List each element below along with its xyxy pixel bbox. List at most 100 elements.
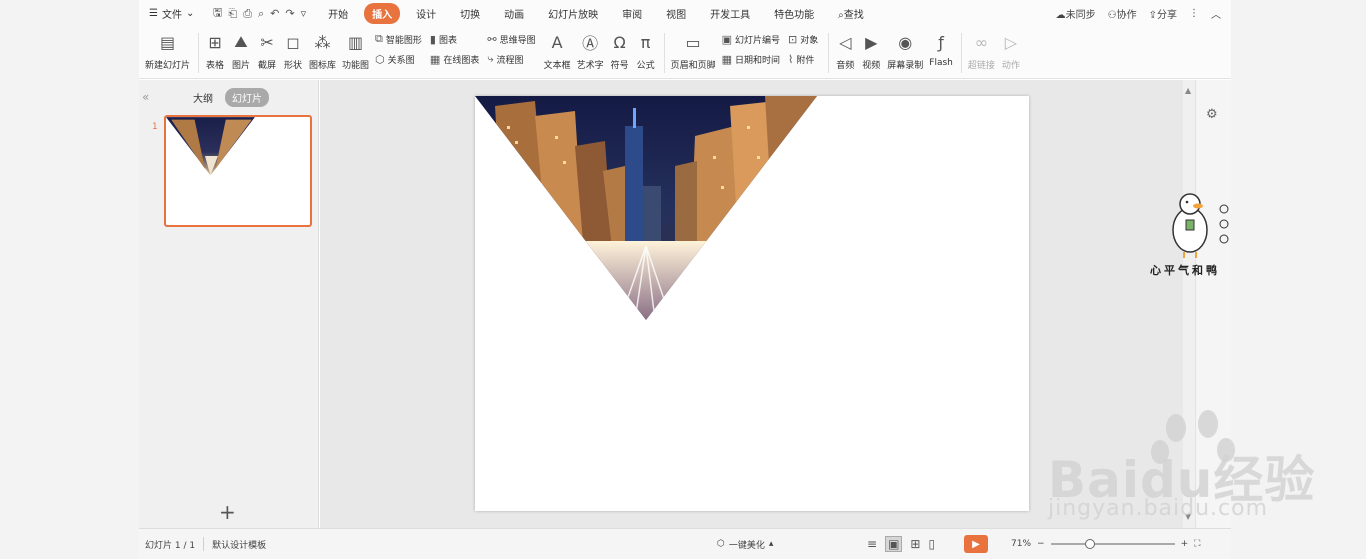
tab-view[interactable]: 视图 (658, 3, 694, 24)
slides-panel: « 大纲 幻灯片 1 + (139, 80, 319, 528)
slide-sorter-icon[interactable]: ⊞ (910, 537, 920, 551)
share-icon: ⇪ (1148, 10, 1157, 21)
reading-view-icon[interactable]: ▯ (928, 537, 935, 551)
print-preview-icon[interactable]: ⌕ (258, 7, 264, 21)
attachment-button[interactable]: ⌇ 附件 (788, 52, 818, 66)
sync-button[interactable]: ☁未同步 (1056, 6, 1096, 21)
online-chart-button[interactable]: ▦ 在线图表 (430, 52, 479, 66)
customize-icon[interactable]: ▿ (301, 7, 307, 20)
hyperlink-label: 超链接 (967, 61, 995, 71)
zoom-level[interactable]: 71% (1011, 539, 1031, 549)
tab-review[interactable]: 审阅 (614, 3, 650, 24)
online-chart-label: 在线图表 (443, 55, 480, 66)
tab-slides[interactable]: 幻灯片 (225, 87, 269, 107)
scroll-up-icon[interactable]: ▲ (1185, 86, 1191, 95)
picture-button[interactable]: ⛰ 图片 (231, 27, 251, 79)
formula-button[interactable]: π 公式 (636, 27, 656, 79)
link-icon: ∞ (974, 32, 989, 52)
relation-button[interactable]: ⬡ 关系图 (375, 52, 422, 66)
smart-art-button[interactable]: ⧉ 智能图形 (375, 32, 422, 46)
panel-tabs: « 大纲 幻灯片 (139, 87, 319, 107)
file-menu[interactable]: ☰ 文件 ⌄ (139, 6, 205, 21)
slide-thumbnail[interactable] (164, 115, 312, 227)
action-button[interactable]: ▷ 动作 (1001, 27, 1021, 79)
baidu-url: jingyan.baidu.com (1048, 496, 1269, 521)
notes-icon[interactable]: ≡ (867, 537, 877, 551)
header-footer-button[interactable]: ▭ 页眉和页脚 (671, 27, 716, 79)
screen-record-icon: ◉ (898, 32, 913, 52)
formula-label: 公式 (636, 61, 655, 71)
function-chart-button[interactable]: ▥ 功能图 (342, 27, 369, 79)
shape-button[interactable]: ◻ 形状 (283, 27, 303, 79)
beautify-button[interactable]: ⬡ 一键美化 ▴ (717, 538, 773, 551)
tab-features[interactable]: 特色功能 (766, 3, 822, 24)
screenshot-label: 截屏 (258, 61, 277, 71)
tab-developer[interactable]: 开发工具 (702, 3, 758, 24)
divider (663, 33, 665, 73)
left-margin (0, 0, 139, 559)
symbol-button[interactable]: Ω 符号 (610, 27, 630, 79)
tab-transitions[interactable]: 切换 (452, 3, 488, 24)
icon-library-button[interactable]: ⁂ 图标库 (309, 27, 336, 79)
divider (203, 537, 205, 551)
city-night-triangle-picture[interactable] (475, 96, 1029, 511)
table-label: 表格 (206, 61, 225, 71)
tab-slideshow[interactable]: 幻灯片放映 (540, 3, 606, 24)
add-slide-button[interactable]: + (219, 500, 236, 524)
tab-animations[interactable]: 动画 (496, 3, 532, 24)
action-icon: ▷ (1004, 32, 1018, 52)
object-button[interactable]: ⊡ 对象 (788, 32, 818, 46)
properties-icon[interactable]: ⚙ (1206, 107, 1218, 122)
shape-icon: ◻ (286, 32, 300, 52)
chart-label: 图表 (438, 35, 457, 46)
mind-map-group: ⚯ 思维导图 ⤷ 流程图 (487, 27, 535, 66)
screenshot-button[interactable]: ✂ 截屏 (257, 27, 277, 79)
collab-button[interactable]: ⚇协作 (1108, 6, 1137, 21)
slide-thumbnail-number: 1 (152, 122, 158, 132)
mind-map-button[interactable]: ⚯ 思维导图 (487, 32, 535, 46)
date-time-label: 日期和时间 (735, 55, 781, 66)
video-button[interactable]: ▶ 视频 (861, 27, 881, 79)
template-name: 默认设计模板 (212, 540, 267, 551)
textbox-icon: A (551, 32, 563, 52)
flash-button[interactable]: ƒ Flash (929, 27, 953, 79)
more-icon[interactable]: ⋮ (1189, 8, 1199, 19)
collapse-panel-icon[interactable]: « (142, 90, 149, 104)
screen-record-button[interactable]: ◉ 屏幕录制 (887, 27, 923, 79)
collapse-ribbon-icon[interactable]: ︿ (1211, 6, 1221, 21)
tab-insert[interactable]: 插入 (364, 3, 401, 24)
redo-icon[interactable]: ↷ (285, 7, 294, 20)
slide[interactable] (475, 96, 1029, 511)
normal-view-icon[interactable]: ▣ (885, 536, 903, 552)
table-button[interactable]: ⊞ 表格 (205, 27, 225, 79)
tab-design[interactable]: 设计 (408, 3, 444, 24)
word-art-button[interactable]: Ⓐ 艺术字 (577, 27, 604, 79)
relation-label: 关系图 (387, 55, 415, 66)
hyperlink-button[interactable]: ∞ 超链接 (968, 27, 995, 79)
print-icon[interactable]: ⎙ (243, 7, 252, 21)
new-slide-button[interactable]: ▤ 新建幻灯片 (145, 27, 190, 79)
flash-icon: ƒ (938, 32, 944, 52)
save-icon[interactable]: 🖫 (213, 4, 222, 23)
textbox-button[interactable]: A 文本框 (544, 27, 571, 79)
attachment-label: 附件 (796, 55, 815, 66)
share-label: 分享 (1157, 10, 1177, 21)
chevron-down-icon: ⌄ (185, 8, 195, 19)
thumbnail-picture (166, 117, 255, 176)
tab-home[interactable]: 开始 (320, 3, 356, 24)
format-painter-icon[interactable]: ⎗ (228, 7, 237, 21)
slideshow-play-button[interactable]: ▶ (964, 535, 988, 553)
header-footer-icon: ▭ (685, 32, 701, 52)
slide-number-button[interactable]: ▣ 幻灯片编号 (722, 32, 780, 46)
undo-icon[interactable]: ↶ (270, 7, 279, 20)
screenshot-icon: ✂ (260, 32, 274, 52)
share-button[interactable]: ⇪分享 (1149, 6, 1177, 21)
zoom-out-icon[interactable]: − (1037, 539, 1045, 549)
search-button[interactable]: ⌕查找 (830, 3, 872, 24)
chart-button[interactable]: ▮ 图表 (430, 32, 479, 46)
tab-outline[interactable]: 大纲 (193, 90, 213, 105)
calendar-icon: ▦ (721, 52, 733, 66)
flow-chart-button[interactable]: ⤷ 流程图 (487, 52, 535, 66)
date-time-button[interactable]: ▦ 日期和时间 (722, 52, 780, 66)
audio-button[interactable]: ◁ 音频 (835, 27, 855, 79)
